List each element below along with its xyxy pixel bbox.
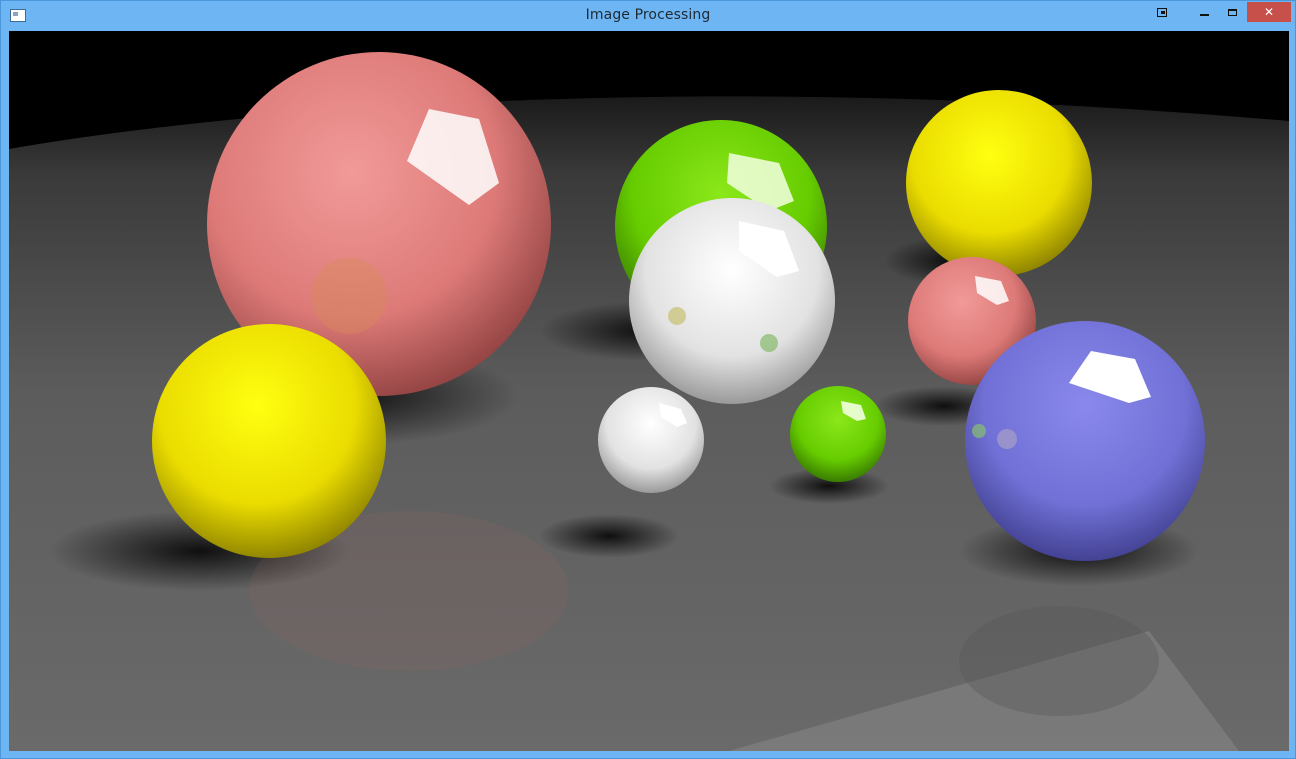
white-sphere-small — [598, 387, 704, 493]
rendered-scene — [9, 31, 1289, 751]
pin-icon[interactable] — [1148, 2, 1176, 22]
sphere-reflection — [760, 334, 778, 352]
shadow — [539, 514, 679, 558]
window-title: Image Processing — [585, 7, 711, 23]
close-icon: ✕ — [1263, 5, 1275, 19]
green-sphere-small — [790, 386, 886, 482]
sphere-reflection — [972, 424, 986, 438]
minimize-icon — [1199, 14, 1209, 16]
sphere-reflection — [997, 429, 1017, 449]
white-sphere — [629, 198, 835, 404]
maximize-button[interactable] — [1218, 2, 1246, 22]
image-canvas — [9, 31, 1289, 751]
sphere-reflection — [668, 307, 686, 325]
yellow-sphere-front — [152, 324, 386, 558]
yellow-sphere — [906, 90, 1092, 276]
reflection — [959, 606, 1159, 716]
minimize-button[interactable] — [1190, 2, 1218, 22]
title-bar[interactable]: Image Processing ✕ — [1, 1, 1295, 31]
app-window: Image Processing ✕ — [0, 0, 1296, 759]
close-button[interactable]: ✕ — [1247, 2, 1291, 22]
maximize-icon — [1227, 8, 1237, 16]
sphere-reflection — [311, 258, 387, 334]
